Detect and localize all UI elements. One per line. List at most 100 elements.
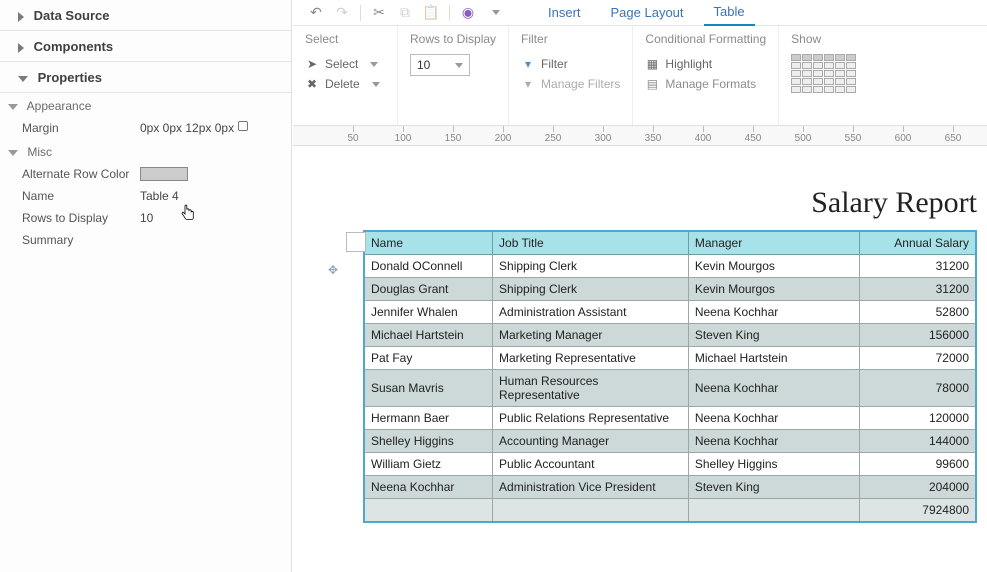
table-header-cell[interactable]: Job Title	[493, 231, 689, 255]
table-cell[interactable]: Steven King	[688, 324, 859, 347]
table-cell[interactable]: 31200	[860, 255, 976, 278]
manage-filters-button[interactable]: ▾ Manage Filters	[521, 74, 620, 94]
table-cell[interactable]: Douglas Grant	[364, 278, 493, 301]
table-cell[interactable]: Marketing Manager	[493, 324, 689, 347]
table-cell[interactable]: Neena Kochhar	[364, 476, 493, 499]
ribbon-group-title: Conditional Formatting	[645, 32, 766, 46]
reset-icon[interactable]	[238, 121, 248, 131]
manage-formats-button[interactable]: ▤ Manage Formats	[645, 74, 766, 94]
table-row[interactable]: Douglas GrantShipping ClerkKevin Mourgos…	[364, 278, 976, 301]
table-cell[interactable]: Neena Kochhar	[688, 301, 859, 324]
table-cell[interactable]: Donald OConnell	[364, 255, 493, 278]
move-handle-icon[interactable]: ✥	[328, 263, 338, 277]
highlight-button[interactable]: ▦ Highlight	[645, 54, 766, 74]
table-cell[interactable]: Neena Kochhar	[688, 370, 859, 407]
table-row[interactable]: Donald OConnellShipping ClerkKevin Mourg…	[364, 255, 976, 278]
table-cell[interactable]: Neena Kochhar	[688, 430, 859, 453]
table-cell[interactable]: Susan Mavris	[364, 370, 493, 407]
table-cell[interactable]: Pat Fay	[364, 347, 493, 370]
salary-table[interactable]: NameJob TitleManagerAnnual Salary Donald…	[363, 230, 977, 523]
table-footer-cell	[493, 499, 689, 523]
filter-button[interactable]: ▾ Filter	[521, 54, 620, 74]
chevron-down-icon	[8, 104, 18, 110]
property-name[interactable]: Name Table 4	[0, 185, 291, 207]
horizontal-ruler: 50100150200250300350400450500550600650	[293, 126, 987, 146]
tab-page-layout[interactable]: Page Layout	[601, 5, 694, 20]
table-header-cell[interactable]: Manager	[688, 231, 859, 255]
table-cell[interactable]: Shipping Clerk	[493, 255, 689, 278]
ruler-label: 50	[347, 133, 358, 144]
property-margin[interactable]: Margin 0px 0px 12px 0px	[0, 117, 291, 139]
table-preview-icon[interactable]	[791, 54, 857, 94]
property-value: 0px 0px 12px 0px	[140, 121, 234, 135]
table-cell[interactable]: Public Accountant	[493, 453, 689, 476]
table-cell[interactable]: 144000	[860, 430, 976, 453]
table-cell[interactable]: Michael Hartstein	[364, 324, 493, 347]
table-cell[interactable]: William Gietz	[364, 453, 493, 476]
table-header-cell[interactable]: Annual Salary	[860, 231, 976, 255]
properties-misc-header[interactable]: Misc	[0, 139, 291, 163]
chevron-right-icon	[18, 12, 24, 22]
table-footer-row[interactable]: 7924800	[364, 499, 976, 523]
table-row[interactable]: William GietzPublic AccountantShelley Hi…	[364, 453, 976, 476]
table-cell[interactable]: Michael Hartstein	[688, 347, 859, 370]
select-button[interactable]: ➤ Select	[305, 54, 385, 74]
paste-icon[interactable]: 📋	[423, 5, 439, 21]
table-cell[interactable]: Shelley Higgins	[364, 430, 493, 453]
table-cell[interactable]: Accounting Manager	[493, 430, 689, 453]
table-cell[interactable]: 31200	[860, 278, 976, 301]
undo-icon[interactable]: ↶	[308, 5, 324, 21]
tab-table[interactable]: Table	[704, 0, 755, 26]
table-cell[interactable]: Human Resources Representative	[493, 370, 689, 407]
properties-appearance-header[interactable]: Appearance	[0, 93, 291, 117]
table-cell[interactable]: Marketing Representative	[493, 347, 689, 370]
dropdown-arrow-icon[interactable]	[492, 10, 500, 15]
report-canvas[interactable]: Salary Report ✥ NameJob TitleManagerAnnu…	[293, 146, 987, 572]
table-cell[interactable]: Administration Assistant	[493, 301, 689, 324]
table-cell[interactable]: Steven King	[688, 476, 859, 499]
table-cell[interactable]: Administration Vice President	[493, 476, 689, 499]
ruler-label: 600	[895, 133, 912, 144]
table-row[interactable]: Michael HartsteinMarketing ManagerSteven…	[364, 324, 976, 347]
ruler-tick	[853, 126, 854, 132]
quick-toolbar: ↶ ↷ ✂ ⧉ 📋 ◉ Insert Page Layout Table	[293, 0, 987, 26]
table-cell[interactable]: Shelley Higgins	[688, 453, 859, 476]
ribbon-group-filter: Filter ▾ Filter ▾ Manage Filters	[509, 26, 633, 125]
accordion-data-source[interactable]: Data Source	[0, 0, 291, 31]
table-row[interactable]: Hermann BaerPublic Relations Representat…	[364, 407, 976, 430]
copy-icon[interactable]: ⧉	[397, 5, 413, 21]
delete-button[interactable]: ✖ Delete	[305, 74, 385, 94]
table-row[interactable]: Susan MavrisHuman Resources Representati…	[364, 370, 976, 407]
table-row[interactable]: Jennifer WhalenAdministration AssistantN…	[364, 301, 976, 324]
table-header-cell[interactable]: Name	[364, 231, 493, 255]
table-cell[interactable]: Neena Kochhar	[688, 407, 859, 430]
property-alternate-row-color[interactable]: Alternate Row Color	[0, 163, 291, 185]
table-row[interactable]: Shelley HigginsAccounting ManagerNeena K…	[364, 430, 976, 453]
tab-insert[interactable]: Insert	[538, 5, 591, 20]
accordion-properties[interactable]: Properties	[0, 62, 291, 93]
table-cell[interactable]: Kevin Mourgos	[688, 278, 859, 301]
refresh-icon[interactable]: ◉	[460, 5, 476, 21]
table-cell[interactable]: 52800	[860, 301, 976, 324]
table-cell[interactable]: 120000	[860, 407, 976, 430]
rows-to-display-select[interactable]: 10	[410, 54, 470, 76]
redo-icon[interactable]: ↷	[334, 5, 350, 21]
table-cell[interactable]: 78000	[860, 370, 976, 407]
table-cell[interactable]: 99600	[860, 453, 976, 476]
table-cell[interactable]: 156000	[860, 324, 976, 347]
property-summary[interactable]: Summary	[0, 229, 291, 251]
property-rows-to-display[interactable]: Rows to Display 10	[0, 207, 291, 229]
table-cell[interactable]: 72000	[860, 347, 976, 370]
table-cell[interactable]: Public Relations Representative	[493, 407, 689, 430]
table-row[interactable]: Neena KochharAdministration Vice Preside…	[364, 476, 976, 499]
table-cell[interactable]: Shipping Clerk	[493, 278, 689, 301]
color-swatch[interactable]	[140, 167, 188, 181]
cut-icon[interactable]: ✂	[371, 5, 387, 21]
report-title[interactable]: Salary Report	[343, 186, 977, 220]
accordion-components[interactable]: Components	[0, 31, 291, 62]
table-row[interactable]: Pat FayMarketing RepresentativeMichael H…	[364, 347, 976, 370]
table-cell[interactable]: Hermann Baer	[364, 407, 493, 430]
table-cell[interactable]: Jennifer Whalen	[364, 301, 493, 324]
table-cell[interactable]: Kevin Mourgos	[688, 255, 859, 278]
table-cell[interactable]: 204000	[860, 476, 976, 499]
